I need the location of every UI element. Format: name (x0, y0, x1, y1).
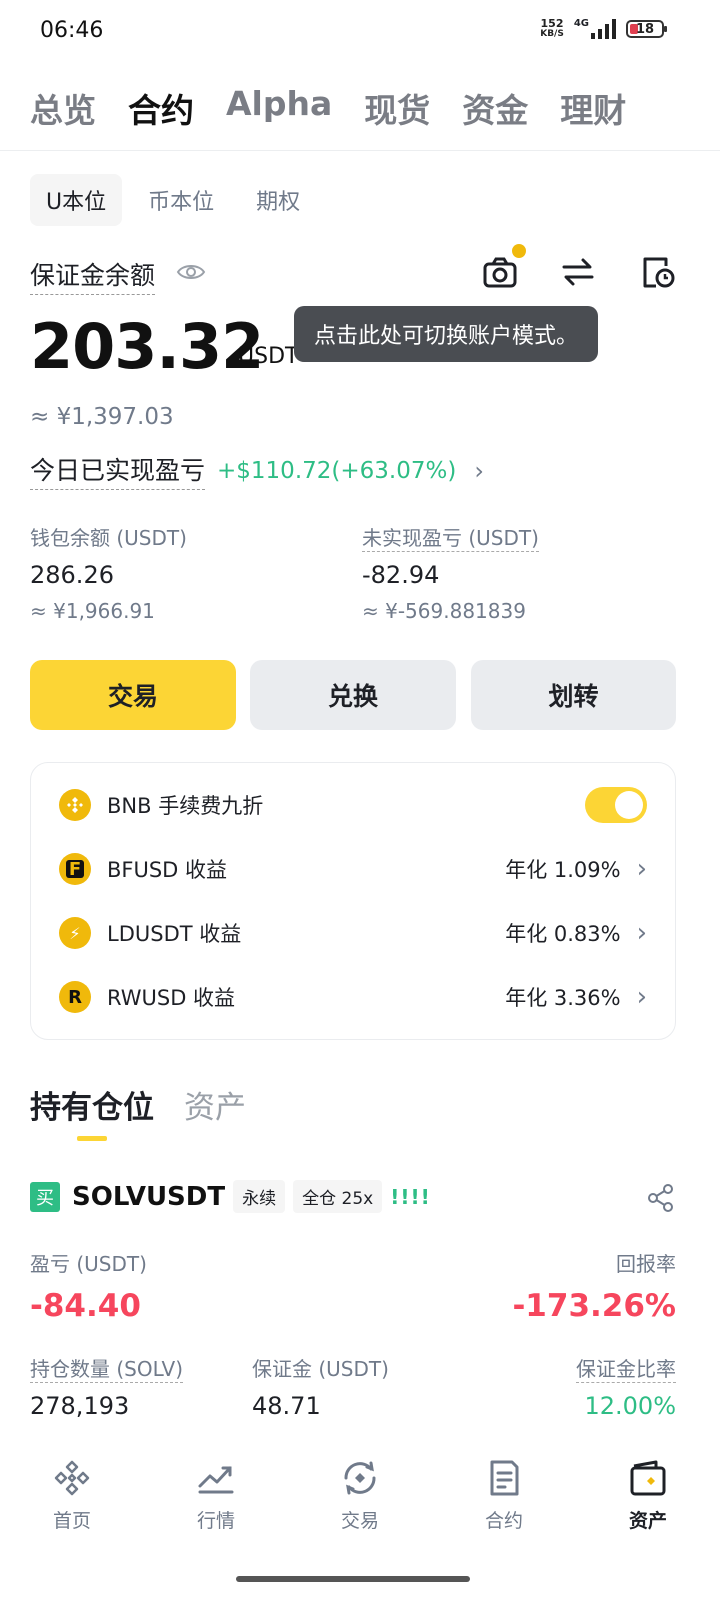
gift-camera-icon[interactable] (482, 254, 518, 290)
chevron-right-icon: › (474, 456, 484, 485)
roe-label: 回报率 (616, 1252, 676, 1276)
adl-indicator: !!!! (390, 1184, 431, 1209)
rwusd-coin-icon: R (59, 981, 91, 1013)
chevron-right-icon: › (636, 918, 647, 948)
rwusd-earn-label: RWUSD 收益 (107, 986, 236, 1010)
transfer-button[interactable]: 划转 (471, 660, 676, 730)
status-time: 06:46 (40, 18, 104, 43)
bfusd-earn-label: BFUSD 收益 (107, 858, 228, 882)
tab-funding[interactable]: 资金 (462, 84, 528, 132)
margin-balance-unit[interactable]: USDT (238, 344, 298, 369)
cellular-signal-icon: 4G (574, 19, 616, 39)
tab-positions[interactable]: 持有仓位 (30, 1082, 154, 1127)
leverage-chip[interactable]: 全仓 25x (293, 1180, 383, 1213)
account-mode-tooltip[interactable]: 点击此处可切换账户模式。 (294, 306, 599, 362)
position-size-value: 278,193 (30, 1392, 130, 1420)
futures-icon (490, 1460, 519, 1496)
subtab-coinm[interactable]: 币本位 (132, 174, 230, 226)
tab-alpha[interactable]: Alpha (226, 84, 332, 132)
margin-ratio-label[interactable]: 保证金比率 (576, 1353, 676, 1383)
position-symbol[interactable]: SOLVUSDT (72, 1182, 225, 1212)
trade-button[interactable]: 交易 (30, 660, 236, 730)
unrealized-pnl-label[interactable]: 未实现盈亏 (USDT) (362, 522, 539, 552)
trade-icon (344, 1461, 376, 1495)
bfusd-coin-icon: F (59, 853, 91, 885)
nav-home[interactable]: 首页 (0, 1458, 144, 1558)
margin-ratio-value: 12.00% (584, 1392, 676, 1420)
buy-tag: 买 (30, 1181, 60, 1212)
eye-icon[interactable] (176, 260, 206, 284)
fee-earn-card: BNB 手续费九折 F BFUSD 收益 年化 1.09% › ⚡ LDUSDT… (30, 762, 676, 1040)
margin-balance-label[interactable]: 保证金余额 (30, 256, 156, 295)
position-margin-label: 保证金 (USDT) (252, 1357, 389, 1381)
pnl-label: 盈亏 (USDT) (30, 1252, 147, 1276)
home-icon (54, 1460, 90, 1496)
position-tabs: 持有仓位 资产 (30, 1082, 246, 1127)
bottom-nav: 首页 行情 交易 合约 资产 (0, 1458, 720, 1558)
battery-icon: 18 (626, 20, 667, 38)
position-size-label[interactable]: 持仓数量 (SOLV) (30, 1353, 184, 1383)
convert-button[interactable]: 兑换 (250, 660, 456, 730)
history-icon[interactable] (640, 254, 676, 290)
subtab-usdm[interactable]: U本位 (30, 174, 123, 226)
position-margin-value: 48.71 (252, 1392, 321, 1420)
bfusd-earn-rate: 年化 1.09% (505, 858, 621, 882)
chevron-right-icon: › (636, 982, 647, 1012)
notification-dot (512, 244, 526, 258)
nav-assets[interactable]: 资产 (576, 1458, 720, 1558)
rwusd-earn-rate: 年化 3.36% (505, 986, 621, 1010)
ldusdt-earn-rate: 年化 0.83% (505, 922, 621, 946)
rwusd-earn-row[interactable]: R RWUSD 收益 年化 3.36% › (59, 977, 647, 1017)
wallet-balance-label: 钱包余额 (USDT) (30, 526, 187, 550)
nav-trade[interactable]: 交易 (288, 1458, 432, 1558)
nav-markets[interactable]: 行情 (144, 1458, 288, 1558)
tab-overview[interactable]: 总览 (30, 84, 96, 132)
today-pnl-label: 今日已实现盈亏 (30, 451, 206, 490)
active-tab-indicator (77, 1136, 107, 1141)
tab-spot[interactable]: 现货 (364, 84, 430, 132)
perpetual-chip: 永续 (233, 1180, 286, 1213)
tab-futures[interactable]: 合约 (128, 84, 194, 132)
sub-tabs: U本位 币本位 期权 (30, 174, 316, 226)
bnb-fee-toggle[interactable] (585, 787, 647, 823)
unrealized-pnl-value: -82.94 (362, 561, 440, 589)
tab-assets[interactable]: 资产 (184, 1082, 246, 1127)
wallet-balance-cny: ≈ ¥1,966.91 (30, 599, 155, 623)
switch-mode-icon[interactable] (560, 254, 596, 290)
subtab-options[interactable]: 期权 (240, 174, 316, 226)
bnb-fee-label: BNB 手续费九折 (107, 794, 264, 818)
today-pnl-row[interactable]: 今日已实现盈亏 +$110.72(+63.07%) › (30, 451, 484, 490)
status-indicators: 152 KB/S 4G 18 (540, 17, 667, 40)
divider (0, 150, 720, 151)
bnb-coin-icon (59, 789, 91, 821)
share-icon[interactable] (646, 1183, 676, 1213)
position-header: 买 SOLVUSDT 永续 全仓 25x !!!! (30, 1180, 431, 1213)
bfusd-earn-row[interactable]: F BFUSD 收益 年化 1.09% › (59, 849, 647, 889)
home-indicator (236, 1576, 470, 1582)
ldusdt-earn-label: LDUSDT 收益 (107, 922, 242, 946)
ldusdt-coin-icon: ⚡ (59, 917, 91, 949)
wallet-icon (630, 1460, 666, 1496)
ldusdt-earn-row[interactable]: ⚡ LDUSDT 收益 年化 0.83% › (59, 913, 647, 953)
markets-icon (198, 1466, 234, 1494)
roe-value: -173.26% (512, 1288, 676, 1324)
margin-balance-value: 203.32 (30, 310, 264, 383)
margin-balance-cny: ≈ ¥1,397.03 (30, 404, 174, 430)
net-speed: 152 KB/S (540, 17, 564, 39)
bnb-fee-row: BNB 手续费九折 (59, 785, 647, 825)
top-tabs: 总览 合约 Alpha 现货 资金 理财 (30, 84, 626, 132)
pnl-value: -84.40 (30, 1288, 141, 1324)
chevron-right-icon: › (636, 854, 647, 884)
unrealized-pnl-cny: ≈ ¥-569.881839 (362, 599, 526, 623)
today-pnl-value: +$110.72(+63.07%) (217, 457, 457, 484)
tab-earn[interactable]: 理财 (560, 84, 626, 132)
wallet-balance-value: 286.26 (30, 561, 114, 589)
nav-futures[interactable]: 合约 (432, 1458, 576, 1558)
